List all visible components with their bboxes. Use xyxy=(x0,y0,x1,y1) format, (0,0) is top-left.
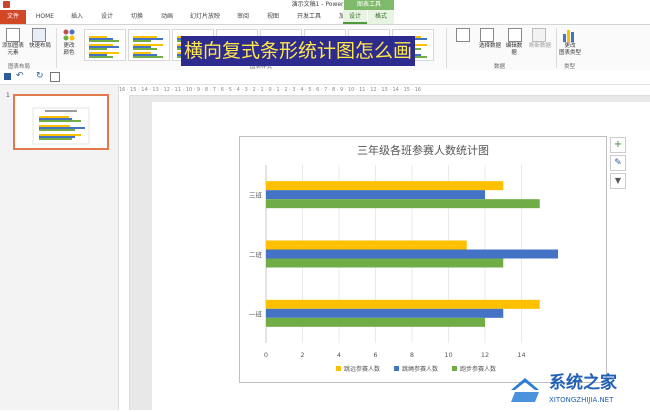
window-title: 演示文稿1 - PowerPoint xyxy=(291,1,359,8)
bar xyxy=(266,181,504,191)
tab-0[interactable]: 文件 xyxy=(0,10,26,24)
x-tick-label: 2 xyxy=(300,351,304,359)
chart-filters-icon[interactable]: ▼ xyxy=(610,173,626,189)
edit-data-icon xyxy=(508,28,522,42)
bar xyxy=(266,258,504,268)
overlay-banner-title: 横向复式条形统计图怎么画 xyxy=(181,36,416,66)
switch-row-column-icon xyxy=(456,28,470,42)
tab-11[interactable]: 设计 xyxy=(343,10,367,24)
x-tick-label: 4 xyxy=(337,351,341,359)
chart-styles-brush-icon[interactable]: ✎ xyxy=(610,155,626,171)
bar xyxy=(266,299,540,309)
change-colors-button[interactable]: 更改 颜色 xyxy=(58,43,80,57)
legend-label: 跳绳参赛人数 xyxy=(402,365,438,373)
watermark-brand-text: 系统之家 xyxy=(549,372,617,393)
bar xyxy=(266,317,485,327)
tab-8[interactable]: 视图 xyxy=(258,10,288,24)
edit-data-button[interactable]: 编辑数 据 xyxy=(502,43,526,57)
vertical-ruler xyxy=(119,95,130,410)
y-category-label: 二班 xyxy=(249,250,263,259)
tab-4[interactable]: 切换 xyxy=(122,10,152,24)
tab-2[interactable]: 插入 xyxy=(62,10,92,24)
x-tick-label: 10 xyxy=(444,351,452,359)
tab-3[interactable]: 设计 xyxy=(92,10,122,24)
quick-access-toolbar: ↶ ↻ xyxy=(0,70,650,85)
bar xyxy=(266,249,558,259)
ribbon-tab-bar: 文件HOME插入设计切换动画幻灯片放映审阅视图开发工具加载项设计格式 xyxy=(0,10,650,25)
refresh-data-icon xyxy=(532,28,546,42)
watermark-url: XITONGZHIJIA.NET xyxy=(549,396,614,404)
change-chart-type-icon xyxy=(562,28,576,42)
change-chart-type-button[interactable]: 更改 图表类型 xyxy=(556,43,584,57)
tab-9[interactable]: 开发工具 xyxy=(288,10,330,24)
chart-style-thumbnail[interactable] xyxy=(84,29,126,61)
tab-12[interactable]: 格式 xyxy=(368,10,394,24)
site-watermark: 系统之家 XITONGZHIJIA.NET xyxy=(505,362,650,410)
quick-layout-icon xyxy=(32,28,46,42)
select-data-button[interactable]: 选择数据 xyxy=(476,43,504,50)
slide-number: 1 xyxy=(6,92,10,99)
chart-style-thumbnail[interactable] xyxy=(128,29,170,61)
x-tick-label: 0 xyxy=(264,351,268,359)
tab-1[interactable]: HOME xyxy=(28,10,62,24)
slide-thumbnail[interactable] xyxy=(13,94,109,150)
legend-label: 跳远参赛人数 xyxy=(344,365,380,373)
type-group-label: 类型 xyxy=(564,64,576,70)
chart-object[interactable]: 三年级各班参赛人数统计图 0 2 4 6 8 10 12 14 一班 二班 三班跳远参赛人数 跳绳参赛人… xyxy=(239,136,607,383)
legend-swatch xyxy=(336,366,341,371)
chart-tools-label: 图表工具 xyxy=(344,0,394,10)
chart-layouts-group-label: 图表布局 xyxy=(8,64,31,70)
x-tick-label: 14 xyxy=(517,351,525,359)
undo-icon[interactable]: ↶ xyxy=(16,71,24,81)
slideshow-icon[interactable] xyxy=(50,72,60,82)
add-chart-element-button[interactable]: 添加图表 元素 xyxy=(0,43,26,57)
divider xyxy=(446,28,447,68)
chart-title: 三年级各班参赛人数统计图 xyxy=(357,143,489,157)
palette-icon xyxy=(62,28,76,42)
add-chart-element-icon xyxy=(6,28,20,42)
x-tick-label: 12 xyxy=(481,351,489,359)
x-tick-label: 8 xyxy=(410,351,414,359)
redo-icon[interactable]: ↻ xyxy=(36,71,44,81)
legend-swatch xyxy=(452,366,457,371)
bar xyxy=(266,199,540,209)
y-category-label: 三班 xyxy=(249,191,263,200)
chart-elements-plus-icon[interactable]: + xyxy=(610,137,626,153)
bar xyxy=(266,308,504,318)
tab-5[interactable]: 动画 xyxy=(152,10,182,24)
tab-7[interactable]: 审阅 xyxy=(228,10,258,24)
bar-chart: 三年级各班参赛人数统计图 0 2 4 6 8 10 12 14 一班 二班 三班跳远参赛人数 跳绳参赛人… xyxy=(249,143,558,373)
divider xyxy=(56,28,57,68)
y-category-label: 一班 xyxy=(249,309,263,318)
x-tick-label: 6 xyxy=(373,351,377,359)
legend-label: 跑步参赛人数 xyxy=(460,365,496,373)
bar xyxy=(266,190,485,200)
bar xyxy=(266,240,467,250)
legend-swatch xyxy=(394,366,399,371)
save-icon[interactable] xyxy=(4,73,11,80)
tab-6[interactable]: 幻灯片放映 xyxy=(182,10,228,24)
data-group-label: 数据 xyxy=(494,64,506,70)
horizontal-ruler: 16 · 15 · 14 · 13 · 12 · 11 · 10 · 9 · 8… xyxy=(119,85,650,96)
refresh-data-button[interactable]: 刷新数据 xyxy=(526,43,554,50)
select-data-icon xyxy=(480,28,494,42)
quick-layout-button[interactable]: 快速布局 xyxy=(26,43,54,50)
